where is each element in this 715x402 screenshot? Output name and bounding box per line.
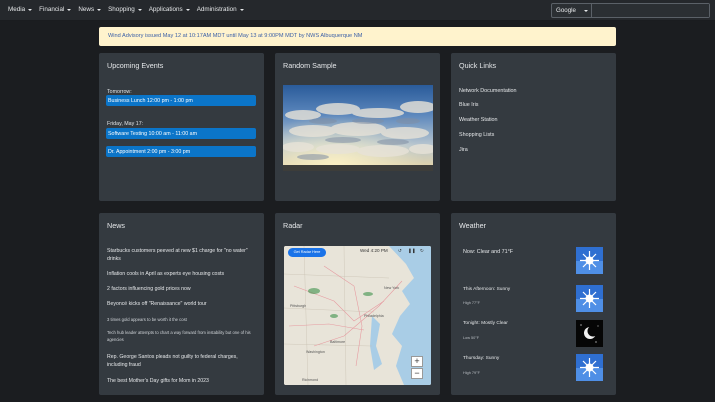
nav-applications-dropdown[interactable]: Applications <box>149 6 190 13</box>
clear-day-icon <box>576 247 603 274</box>
news-item[interactable]: Rep. George Santos pleads not guilty to … <box>107 353 259 369</box>
card-title: Upcoming Events <box>107 61 164 70</box>
random-sample-card: Random Sample <box>275 53 440 201</box>
caret-down-icon <box>584 10 588 12</box>
nav-label: Shopping <box>108 6 135 13</box>
caret-down-icon <box>239 8 244 11</box>
news-item[interactable]: Inflation cools in April as experts eye … <box>107 270 259 278</box>
weather-card: Weather Now: Clear and 71°F This Afterno… <box>451 213 616 395</box>
top-navbar: Media Financial News Shopping Applicatio… <box>0 0 715 21</box>
weather-forecast-temp: Low 50°F <box>463 336 480 340</box>
quick-link[interactable]: Blue Iris <box>459 102 478 108</box>
card-title: Weather <box>459 221 487 230</box>
weather-forecast-title: Tonight: Mostly Clear <box>463 321 508 326</box>
upcoming-events-card: Upcoming Events Tomorrow: Business Lunch… <box>99 53 264 201</box>
nav-media-dropdown[interactable]: Media <box>8 6 33 13</box>
search-group: Google <box>551 3 710 18</box>
radar-map[interactable]: Get Radar Here Wed 4:20 PM ↺ ❚❚ ↻ Philad… <box>284 246 431 385</box>
weather-forecast-title: This Afternoon: Sunny <box>463 287 511 292</box>
clear-night-icon <box>576 320 603 347</box>
caret-down-icon <box>185 8 190 11</box>
map-place-label: Richmond <box>302 378 319 382</box>
news-item[interactable]: Tech hub leader attempts to chart a way … <box>107 329 259 343</box>
card-title: News <box>107 221 125 230</box>
nav-label: News <box>78 6 95 13</box>
radar-link-button[interactable]: Get Radar Here <box>288 248 326 257</box>
radar-card: Radar Get Radar Here Wed 4:20 PM ↺ ❚❚ ↻ … <box>275 213 440 395</box>
nav-label: Media <box>8 6 26 13</box>
random-sample-image[interactable] <box>283 85 433 171</box>
sunny-icon <box>576 354 603 381</box>
nav-administration-dropdown[interactable]: Administration <box>197 6 244 13</box>
news-item[interactable]: 2 factors influencing gold prices now <box>107 285 259 293</box>
sunny-icon <box>576 285 603 312</box>
news-item[interactable]: Starbucks customers peeved at new $1 cha… <box>107 247 259 263</box>
weather-forecast-temp: High 77°F <box>463 301 480 305</box>
caret-down-icon <box>67 8 72 11</box>
map-place-label: New York <box>384 286 400 290</box>
event-item[interactable]: Software Testing 10:00 am - 11:00 am <box>106 128 256 139</box>
nav-label: Financial <box>39 6 65 13</box>
map-place-label: Washington <box>306 350 325 354</box>
rewind-icon[interactable]: ↺ <box>398 248 402 254</box>
caret-down-icon <box>28 8 33 11</box>
event-day-label: Friday, May 17: <box>107 121 144 127</box>
quick-link[interactable]: Weather Station <box>459 117 498 123</box>
zoom-out-button[interactable]: − <box>411 368 423 379</box>
news-item[interactable]: Beyoncé kicks off "Renaissance" world to… <box>107 300 259 308</box>
caret-down-icon <box>97 8 102 11</box>
weather-forecast-title: Thursday: Sunny <box>463 356 500 361</box>
quick-link[interactable]: Shopping Lists <box>459 132 494 138</box>
weather-forecast-temp: High 79°F <box>463 371 480 375</box>
nav-label: Applications <box>148 6 183 13</box>
card-title: Quick Links <box>459 61 497 70</box>
news-item[interactable]: The best Mother's Day gifts for Mom in 2… <box>107 377 259 385</box>
weather-alert-text: Wind Advisory issued May 12 at 10:17AM M… <box>108 33 363 39</box>
quick-link[interactable]: Network Documentation <box>459 88 517 94</box>
event-item[interactable]: Business Lunch 12:00 pm - 1:00 pm <box>106 95 256 106</box>
news-card: News Starbucks customers peeved at new $… <box>99 213 264 395</box>
radar-timestamp: Wed 4:20 PM <box>360 248 388 253</box>
zoom-in-button[interactable]: + <box>411 356 423 367</box>
card-title: Random Sample <box>283 61 337 70</box>
nav-financial-dropdown[interactable]: Financial <box>39 6 72 13</box>
nav-label: Administration <box>196 6 237 13</box>
map-place-label: Pittsburgh <box>290 304 307 308</box>
weather-alert[interactable]: Wind Advisory issued May 12 at 10:17AM M… <box>99 27 616 46</box>
map-place-label: Baltimore <box>330 340 346 344</box>
search-engine-select[interactable]: Google <box>552 4 592 17</box>
nav-news-dropdown[interactable]: News <box>78 6 102 13</box>
search-engine-label: Google <box>556 7 576 14</box>
radar-map-graphic <box>284 246 431 385</box>
refresh-icon[interactable]: ↻ <box>420 248 424 254</box>
map-place-label: Philadelphia <box>364 314 384 318</box>
caret-down-icon <box>137 8 142 11</box>
pause-icon[interactable]: ❚❚ <box>408 248 416 254</box>
event-item[interactable]: Dr. Appointment 2:00 pm - 3:00 pm <box>106 146 256 157</box>
quick-links-card: Quick Links Network Documentation Blue I… <box>451 53 616 201</box>
card-title: Radar <box>283 221 303 230</box>
weather-forecast-title: Now: Clear and 71°F <box>463 249 514 255</box>
quick-link[interactable]: Jira <box>459 147 468 153</box>
news-item[interactable]: 3 times gold appears to be worth it the … <box>107 316 259 323</box>
nav-shopping-dropdown[interactable]: Shopping <box>108 6 142 13</box>
search-input[interactable] <box>592 4 709 17</box>
nav-menu: Media Financial News Shopping Applicatio… <box>8 6 251 13</box>
